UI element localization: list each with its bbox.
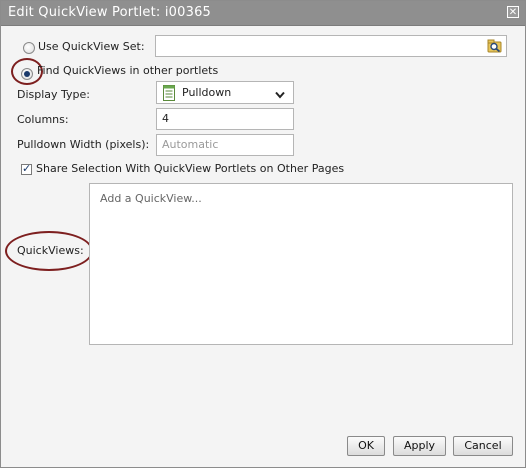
edit-quickview-dialog: Edit QuickView Portlet: i00365 ✕ Use Qui… [0,0,526,468]
find-quickviews-label: Find QuickViews in other portlets [37,64,219,77]
quickview-set-input[interactable] [155,35,507,57]
display-type-value: Pulldown [182,86,232,99]
quickviews-list[interactable]: Add a QuickView... [89,183,513,345]
cancel-button[interactable]: Cancel [453,436,513,456]
close-button[interactable]: ✕ [507,6,519,18]
magnifier-folder-icon[interactable] [487,38,503,54]
quickviews-placeholder: Add a QuickView... [100,192,202,205]
share-selection-checkbox[interactable] [21,162,32,175]
ok-button[interactable]: OK [347,436,385,456]
quickviews-label: QuickViews: [17,244,84,257]
chevron-down-icon[interactable] [275,89,285,99]
columns-input[interactable]: 4 [156,108,294,130]
pulldown-width-label: Pulldown Width (pixels): [17,138,150,151]
apply-button[interactable]: Apply [393,436,446,456]
pulldown-width-input[interactable]: Automatic [156,134,294,156]
dialog-titlebar[interactable]: Edit QuickView Portlet: i00365 ✕ [1,1,525,26]
display-type-label: Display Type: [17,88,91,101]
dialog-content: Use QuickView Set: Find QuickViews in ot… [1,26,525,467]
display-type-select[interactable]: Pulldown [156,81,294,104]
dialog-title: Edit QuickView Portlet: i00365 [8,5,212,20]
use-quickview-set-label: Use QuickView Set: [38,40,145,53]
document-list-icon [163,85,175,101]
use-quickview-set-radio[interactable] [23,42,35,54]
share-selection-label: Share Selection With QuickView Portlets … [36,162,345,175]
find-quickviews-radio[interactable] [21,68,33,80]
columns-label: Columns: [17,113,69,126]
